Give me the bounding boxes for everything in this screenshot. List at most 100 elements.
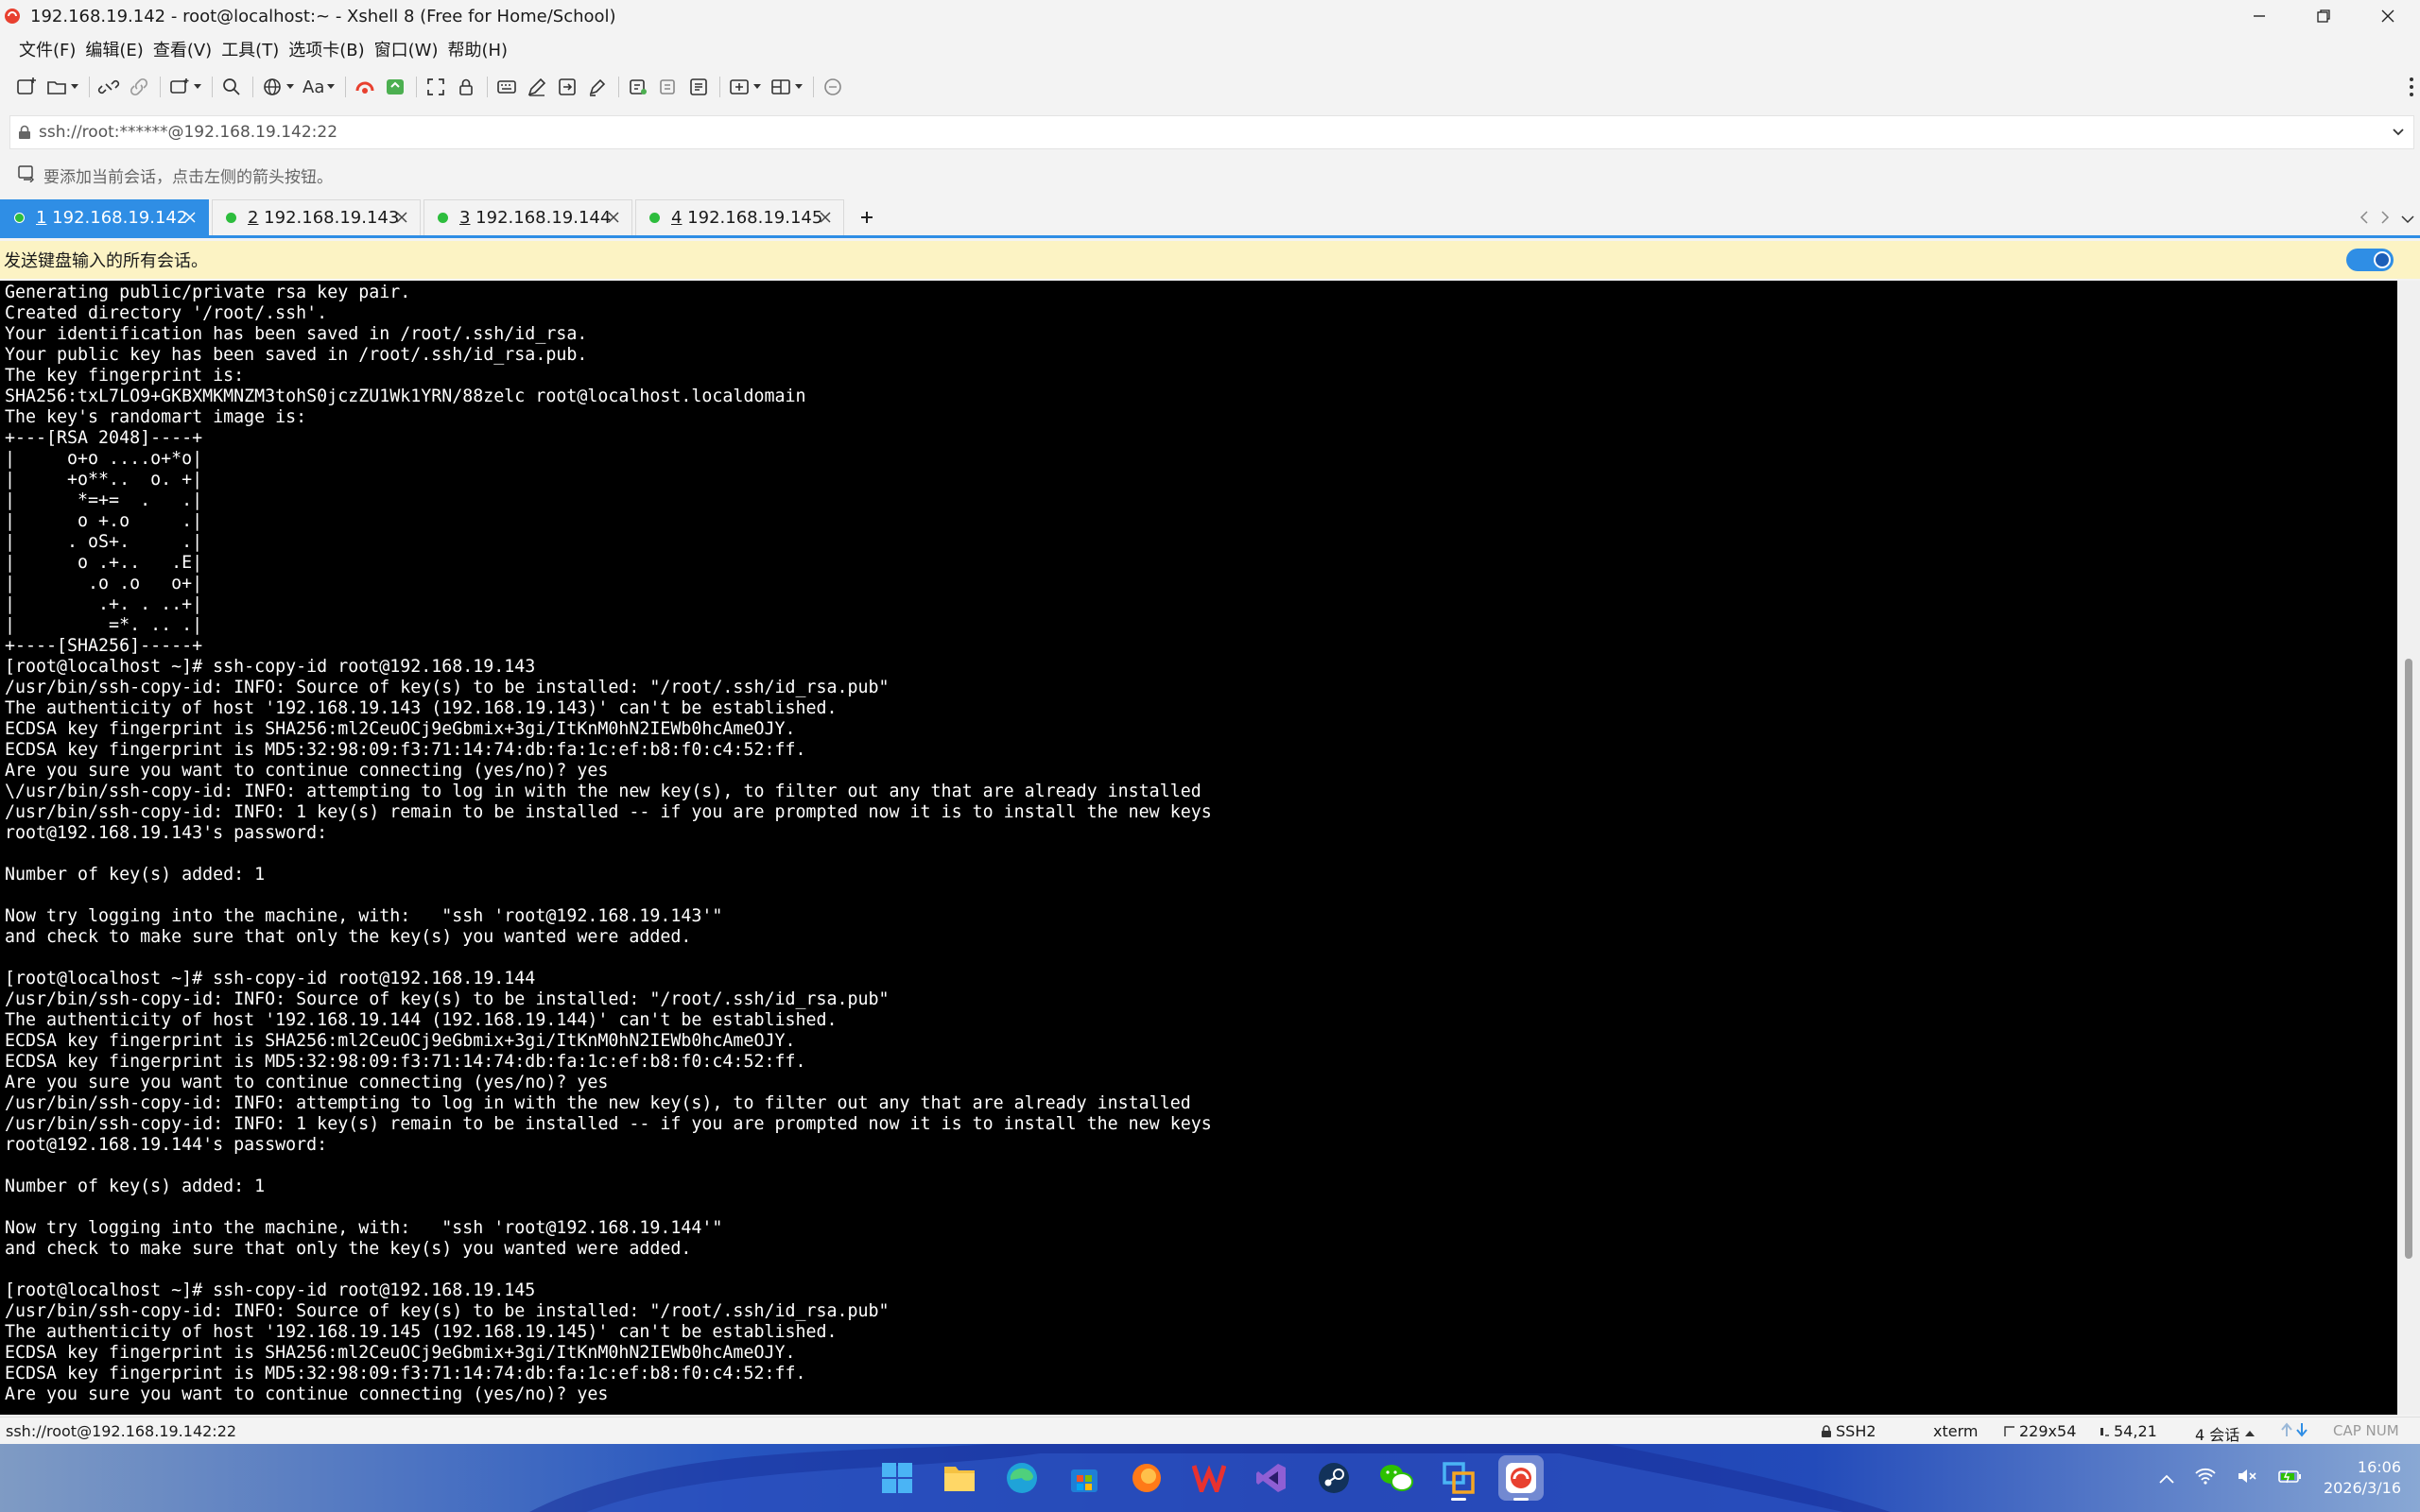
- new-tab-group-button[interactable]: [728, 72, 762, 102]
- address-input[interactable]: ssh://root:******@192.168.19.142:22: [39, 123, 2383, 142]
- status-protocol: SSH2: [1836, 1422, 1876, 1440]
- compose-bar-button[interactable]: [657, 72, 680, 102]
- tab-close-button[interactable]: [393, 209, 410, 226]
- terminal-scrollbar[interactable]: [2397, 281, 2420, 1415]
- minimize-icon: [2254, 15, 2265, 17]
- fullscreen-icon: [427, 78, 445, 95]
- transfer-button[interactable]: [556, 72, 579, 102]
- new-window-button[interactable]: [168, 72, 202, 102]
- toggle-knob: [2374, 251, 2391, 268]
- steam-button[interactable]: [1311, 1455, 1357, 1501]
- wps-button[interactable]: [1186, 1455, 1232, 1501]
- tab-close-button[interactable]: [182, 209, 199, 226]
- menu-view[interactable]: 查看(V): [153, 37, 219, 61]
- edge-browser-button[interactable]: [999, 1455, 1045, 1501]
- add-session-icon[interactable]: [17, 163, 36, 186]
- new-session-button[interactable]: [15, 72, 38, 102]
- menu-edit[interactable]: 编辑(E): [85, 37, 150, 61]
- tab-close-button[interactable]: [817, 209, 834, 226]
- reconnect-button[interactable]: [128, 72, 150, 102]
- chat-button[interactable]: [821, 72, 844, 102]
- layout-button[interactable]: [769, 72, 804, 102]
- network-button[interactable]: [2195, 1468, 2216, 1488]
- menu-window[interactable]: 窗口(W): [374, 37, 446, 61]
- chevron-down-icon: [326, 84, 336, 90]
- broadcast-text: 发送键盘输入的所有会话。: [4, 251, 208, 271]
- file-explorer-button[interactable]: [937, 1455, 982, 1501]
- toolbar-divider: [487, 77, 489, 97]
- start-button[interactable]: [874, 1455, 920, 1501]
- find-button[interactable]: [220, 72, 243, 102]
- tab-navigation: [2360, 200, 2414, 236]
- running-indicator: [1513, 1498, 1529, 1501]
- terminal-line: [root@localhost ~]# ssh-copy-id root@192…: [5, 657, 536, 677]
- status-sessions: 4 会话: [2195, 1426, 2240, 1444]
- font-label: Aa: [302, 77, 325, 97]
- vmware-button[interactable]: [1436, 1455, 1481, 1501]
- clock[interactable]: 16:06 2026/3/16: [2324, 1457, 2401, 1499]
- status-connection: ssh://root@192.168.19.142:22: [6, 1422, 237, 1440]
- compose-button[interactable]: [627, 72, 649, 102]
- tab-session-4[interactable]: 4 192.168.19.145: [635, 199, 844, 235]
- tab-close-button[interactable]: [605, 209, 622, 226]
- terminal-line: and check to make sure that only the key…: [5, 927, 692, 947]
- tab-scroll-left-button[interactable]: [2360, 210, 2369, 228]
- volume-muted-icon: [2238, 1469, 2256, 1483]
- add-tab-button[interactable]: [853, 199, 881, 235]
- tab-list-button[interactable]: [2401, 210, 2414, 228]
- terminal-line: | o +.o .|: [5, 511, 203, 531]
- font-button[interactable]: Aa: [302, 72, 336, 102]
- xftp-button[interactable]: [384, 72, 406, 102]
- minimize-button[interactable]: [2227, 0, 2291, 32]
- address-dropdown-button[interactable]: [2383, 129, 2413, 136]
- close-icon: [184, 212, 196, 223]
- tray-overflow-button[interactable]: [2159, 1469, 2174, 1487]
- keyboard-button[interactable]: [495, 72, 518, 102]
- menu-help[interactable]: 帮助(H): [447, 37, 515, 61]
- encoding-button[interactable]: [261, 72, 295, 102]
- lock-button[interactable]: [455, 72, 477, 102]
- tab-scroll-right-button[interactable]: [2380, 210, 2390, 228]
- wechat-button[interactable]: [1374, 1455, 1419, 1501]
- terminal-lines: Generating public/private rsa key pair. C…: [0, 281, 2397, 1405]
- visual-studio-button[interactable]: [1249, 1455, 1294, 1501]
- menu-tools[interactable]: 工具(T): [221, 37, 286, 61]
- status-size-group: 229x54: [2004, 1422, 2076, 1440]
- store-button[interactable]: [1062, 1455, 1107, 1501]
- terminal-line: The authenticity of host '192.168.19.143…: [5, 698, 838, 718]
- restore-button[interactable]: [2291, 0, 2356, 32]
- notes-button[interactable]: [687, 72, 710, 102]
- connected-status-icon: [226, 213, 236, 223]
- status-sessions-group[interactable]: 4 会话: [2195, 1422, 2256, 1445]
- volume-button[interactable]: [2237, 1468, 2257, 1488]
- tab-session-3[interactable]: 3 192.168.19.144: [424, 199, 632, 235]
- menu-file[interactable]: 文件(F): [19, 37, 83, 61]
- xshell-button[interactable]: [354, 72, 376, 102]
- resize-icon: [2004, 1425, 2014, 1436]
- broadcast-toggle[interactable]: [2346, 249, 2394, 271]
- toolbar-divider: [719, 77, 721, 97]
- terminal-output[interactable]: Generating public/private rsa key pair. C…: [0, 281, 2397, 1415]
- status-bar: ssh://root@192.168.19.142:22 SSH2 xterm …: [0, 1417, 2420, 1445]
- more-options-button[interactable]: [2409, 70, 2414, 104]
- highlight-button[interactable]: [586, 72, 609, 102]
- xshell-taskbar-button[interactable]: [1498, 1455, 1544, 1501]
- tab-session-2[interactable]: 2 192.168.19.143: [212, 199, 421, 235]
- script-button[interactable]: [526, 72, 548, 102]
- firefox-button[interactable]: [1124, 1455, 1169, 1501]
- menu-tabs[interactable]: 选项卡(B): [288, 37, 372, 61]
- terminal-line: Are you sure you want to continue connec…: [5, 1384, 609, 1404]
- tab-session-1[interactable]: 1 192.168.19.142: [0, 199, 209, 235]
- open-folder-button[interactable]: [45, 72, 79, 102]
- close-button[interactable]: [2356, 0, 2420, 32]
- disconnect-button[interactable]: [97, 72, 120, 102]
- battery-button[interactable]: [2278, 1468, 2303, 1488]
- terminal-line: Created directory '/root/.ssh'.: [5, 303, 328, 323]
- fullscreen-button[interactable]: [424, 72, 447, 102]
- restore-icon: [2317, 9, 2330, 23]
- window-controls: [2227, 0, 2420, 32]
- scrollbar-thumb[interactable]: [2405, 659, 2412, 1259]
- address-bar[interactable]: ssh://root:******@192.168.19.142:22: [9, 115, 2414, 149]
